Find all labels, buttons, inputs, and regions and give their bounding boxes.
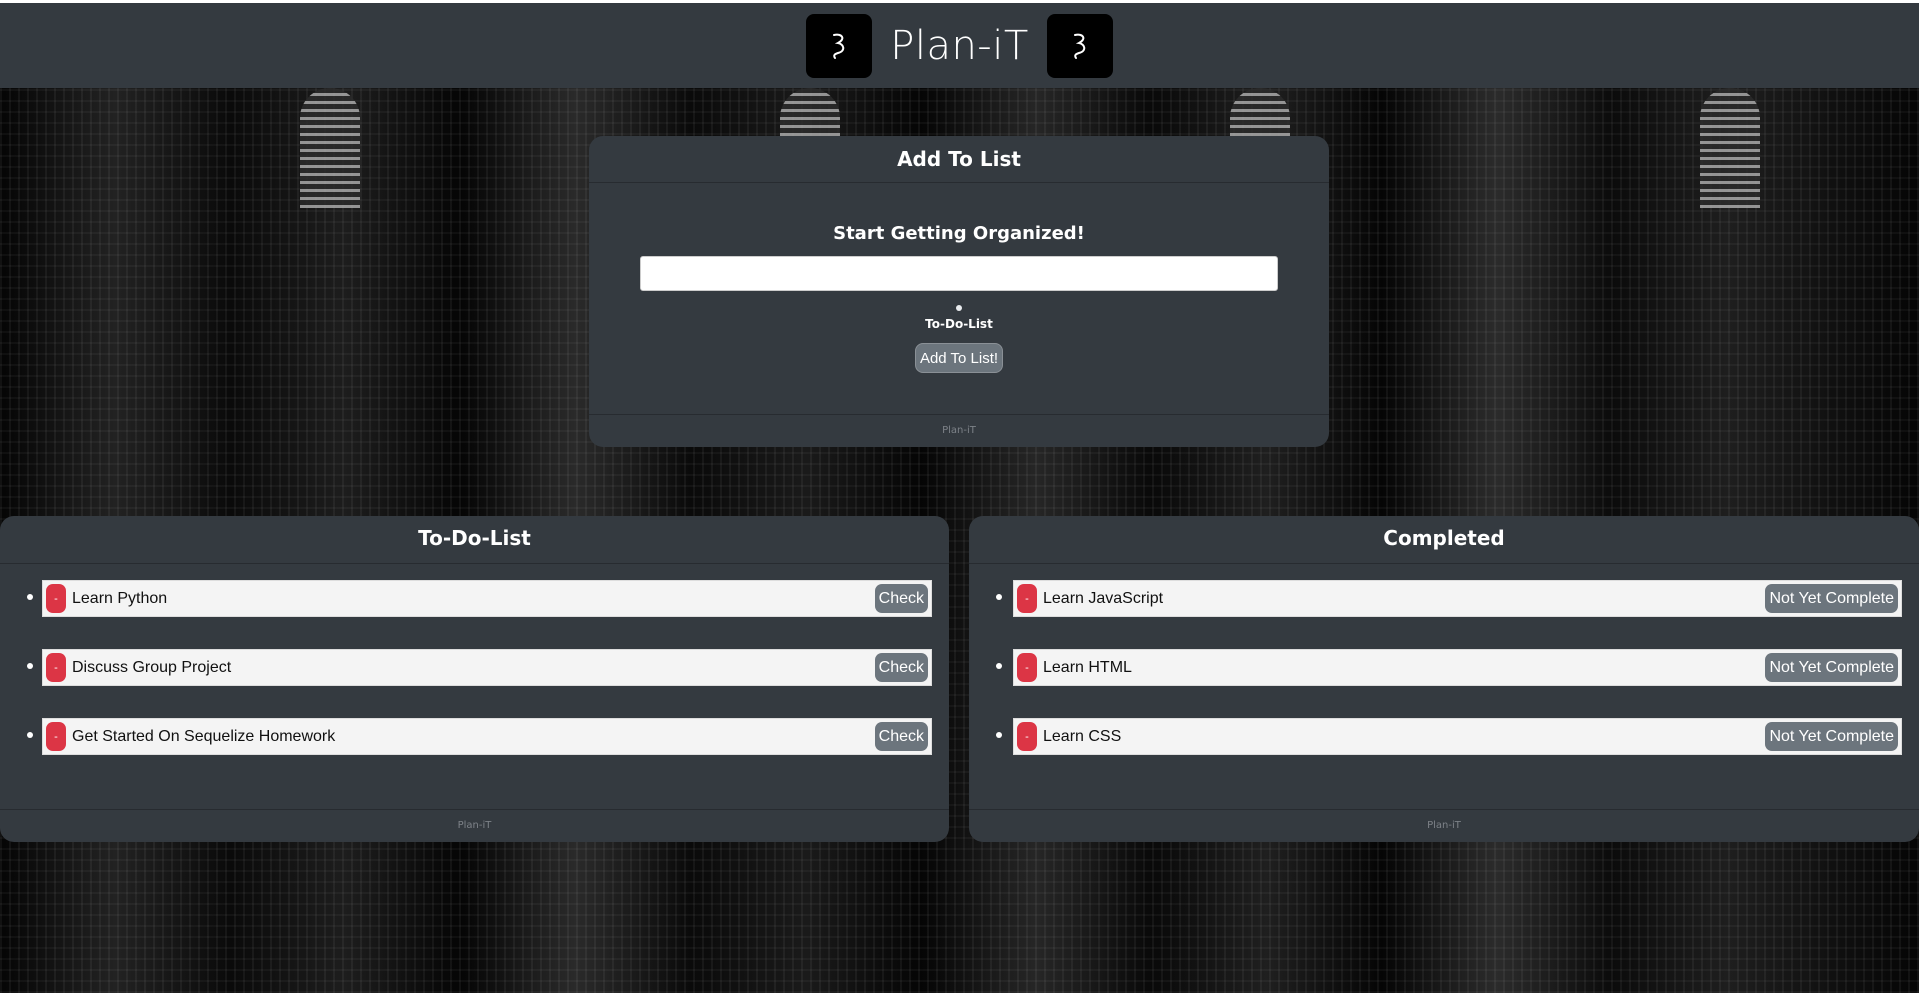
list-item: - Learn Python Check	[0, 580, 949, 649]
list-item: - Learn CSS Not Yet Complete	[969, 718, 1919, 787]
hook-icon	[833, 33, 845, 59]
todo-list: - Learn Python Check - Discuss Group Pro…	[0, 580, 949, 787]
delete-button[interactable]: -	[46, 653, 66, 682]
add-to-list-card: Add To List Start Getting Organized! To-…	[589, 136, 1329, 447]
not-yet-complete-button[interactable]: Not Yet Complete	[1765, 584, 1898, 613]
delete-button[interactable]: -	[1017, 653, 1037, 682]
add-to-list-button[interactable]: Add To List!	[915, 343, 1003, 373]
delete-button[interactable]: -	[1017, 722, 1037, 751]
add-card-footer: Plan-iT	[589, 414, 1329, 447]
add-card-subtitle: Start Getting Organized!	[833, 223, 1085, 244]
logo-right	[1046, 13, 1113, 78]
list-item: - Discuss Group Project Check	[0, 649, 949, 718]
app-header: Plan-iT	[0, 3, 1919, 88]
bullet	[996, 594, 1002, 600]
bullet	[27, 594, 33, 600]
todo-radio-label: To-Do-List	[925, 317, 993, 331]
not-yet-complete-button[interactable]: Not Yet Complete	[1765, 722, 1898, 751]
task-input[interactable]	[640, 256, 1278, 291]
check-button[interactable]: Check	[874, 653, 928, 682]
item-text: Learn JavaScript	[1043, 589, 1164, 607]
todo-radio[interactable]	[956, 305, 962, 311]
check-button[interactable]: Check	[874, 584, 928, 613]
item-text: Learn CSS	[1043, 727, 1122, 745]
delete-button[interactable]: -	[46, 722, 66, 751]
completed-card-title: Completed	[969, 516, 1919, 564]
check-button[interactable]: Check	[874, 722, 928, 751]
bullet	[996, 663, 1002, 669]
completed-card-footer: Plan-iT	[969, 809, 1919, 842]
bullet	[27, 663, 33, 669]
completed-item: - Learn JavaScript Not Yet Complete	[1013, 580, 1902, 617]
list-item: - Get Started On Sequelize Homework Chec…	[0, 718, 949, 787]
bullet	[996, 732, 1002, 738]
list-item: - Learn JavaScript Not Yet Complete	[969, 580, 1919, 649]
todo-list-card: To-Do-List - Learn Python Check - Discus…	[0, 516, 949, 842]
completed-list: - Learn JavaScript Not Yet Complete - Le…	[969, 580, 1919, 787]
not-yet-complete-button[interactable]: Not Yet Complete	[1765, 653, 1898, 682]
completed-card: Completed - Learn JavaScript Not Yet Com…	[969, 516, 1919, 842]
completed-item: - Learn HTML Not Yet Complete	[1013, 649, 1902, 686]
delete-button[interactable]: -	[1017, 584, 1037, 613]
app-title: Plan-iT	[890, 22, 1029, 69]
todo-item: - Get Started On Sequelize Homework Chec…	[42, 718, 932, 755]
item-text: Learn Python	[72, 589, 168, 607]
item-text: Get Started On Sequelize Homework	[72, 727, 336, 745]
hook-icon	[1073, 33, 1086, 59]
add-card-title: Add To List	[589, 136, 1329, 183]
todo-card-footer: Plan-iT	[0, 809, 949, 842]
list-item: - Learn HTML Not Yet Complete	[969, 649, 1919, 718]
completed-item: - Learn CSS Not Yet Complete	[1013, 718, 1902, 755]
item-text: Discuss Group Project	[72, 658, 232, 676]
bullet	[27, 732, 33, 738]
building-decoration	[300, 88, 360, 208]
building-decoration	[1700, 88, 1760, 208]
todo-card-title: To-Do-List	[0, 516, 949, 564]
todo-item: - Learn Python Check	[42, 580, 932, 617]
item-text: Learn HTML	[1043, 658, 1132, 676]
todo-item: - Discuss Group Project Check	[42, 649, 932, 686]
logo-left	[806, 13, 873, 78]
delete-button[interactable]: -	[46, 584, 66, 613]
